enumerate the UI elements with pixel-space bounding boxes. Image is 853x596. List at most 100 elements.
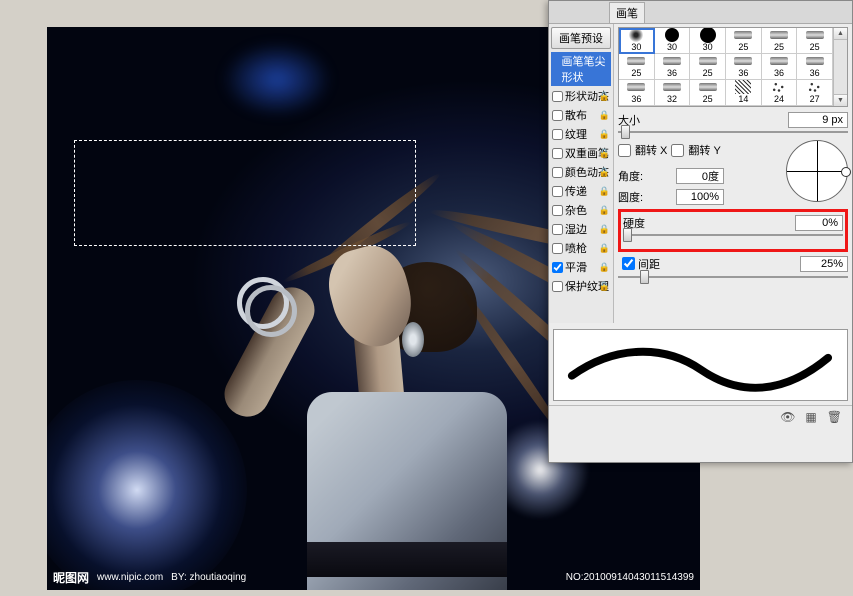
brush-tips-grid[interactable]: 303030252525253625363636363225142427▲▼ [618, 27, 848, 107]
spacing-checkbox[interactable] [622, 257, 635, 270]
brush-tip-icon [627, 80, 645, 94]
brush-tip-cell[interactable]: 36 [762, 54, 798, 80]
roundness-input[interactable] [676, 189, 724, 205]
tips-scrollbar[interactable]: ▲▼ [833, 28, 847, 106]
brush-option-tip[interactable]: 画笔笔尖形状 [551, 52, 611, 86]
brush-tip-cell[interactable]: 25 [690, 54, 726, 80]
brush-tip-cell[interactable]: 25 [726, 28, 762, 54]
brush-tip-size: 36 [667, 68, 677, 78]
watermark-author: BY: zhoutiaoqing [171, 572, 246, 583]
brush-option-protect[interactable]: 保护纹理🔒 [551, 277, 611, 295]
flip-y-label: 翻转 Y [688, 142, 720, 158]
toggle-preview-icon[interactable]: 👁 [780, 410, 795, 424]
brush-settings: 303030252525253625363636363225142427▲▼ 大… [614, 24, 852, 323]
brush-tip-icon [806, 80, 824, 94]
lock-icon: 🔒 [599, 148, 610, 159]
brush-tip-cell[interactable]: 30 [690, 28, 726, 54]
brush-tip-cell[interactable]: 25 [690, 80, 726, 106]
brush-tip-size: 24 [774, 94, 784, 104]
hardness-input[interactable] [795, 215, 843, 231]
brush-tip-cell[interactable]: 25 [762, 28, 798, 54]
brush-tip-icon [770, 80, 788, 94]
brush-tip-cell[interactable]: 30 [619, 28, 655, 54]
brush-tip-icon [806, 28, 824, 42]
brush-option-dual[interactable]: 双重画笔🔒 [551, 144, 611, 162]
lock-icon: 🔒 [599, 129, 610, 140]
brush-option-smooth[interactable]: 平滑🔒 [551, 258, 611, 276]
brush-option-noise[interactable]: 杂色🔒 [551, 201, 611, 219]
brush-option-label: 喷枪 [565, 240, 587, 256]
brush-option-wet[interactable]: 湿边🔒 [551, 220, 611, 238]
lock-icon: 🔒 [599, 224, 610, 235]
brush-tip-icon [734, 28, 752, 42]
angle-control[interactable] [786, 140, 848, 202]
brush-tip-size: 25 [774, 42, 784, 52]
brush-option-label: 画笔笔尖形状 [562, 53, 610, 85]
delete-brush-icon[interactable]: 🗑 [827, 410, 842, 424]
brush-tip-cell[interactable]: 25 [619, 54, 655, 80]
brush-tip-cell[interactable]: 14 [726, 80, 762, 106]
brush-option-transfer[interactable]: 传递 🔒 [551, 182, 611, 200]
brush-option-noise-checkbox[interactable] [552, 205, 563, 216]
brush-tip-size: 25 [738, 42, 748, 52]
angle-input[interactable] [676, 168, 724, 184]
brush-option-wet-checkbox[interactable] [552, 224, 563, 235]
brush-tip-size: 25 [703, 68, 713, 78]
brush-tip-size: 36 [631, 94, 641, 104]
brush-tip-cell[interactable]: 36 [797, 54, 833, 80]
brush-option-smooth-checkbox[interactable] [552, 262, 563, 273]
brush-option-scatter-checkbox[interactable] [552, 110, 563, 121]
brush-tip-cell[interactable]: 36 [726, 54, 762, 80]
brush-presets-button[interactable]: 画笔预设 [551, 27, 611, 49]
scroll-down-icon[interactable]: ▼ [834, 94, 847, 106]
spacing-input[interactable] [800, 256, 848, 272]
brush-option-texture-checkbox[interactable] [552, 129, 563, 140]
brush-tip-icon [663, 28, 681, 42]
lock-icon: 🔒 [599, 167, 610, 178]
brush-tip-cell[interactable]: 36 [655, 54, 691, 80]
brush-tip-cell[interactable]: 27 [797, 80, 833, 106]
size-slider[interactable] [618, 129, 848, 135]
brush-option-dual-checkbox[interactable] [552, 148, 563, 159]
new-brush-icon[interactable]: ▦ [805, 410, 816, 424]
panel-footer: 👁 ▦ 🗑 [549, 405, 852, 428]
tab-brush[interactable]: 画笔 [609, 2, 645, 23]
brush-tip-size: 36 [810, 68, 820, 78]
brush-option-airbrush[interactable]: 喷枪🔒 [551, 239, 611, 257]
brush-option-scatter[interactable]: 散布 🔒 [551, 106, 611, 124]
flip-x-checkbox[interactable] [618, 144, 631, 157]
brush-tip-size: 32 [667, 94, 677, 104]
brush-option-color[interactable]: 颜色动态🔒 [551, 163, 611, 181]
brush-tip-icon [699, 28, 717, 42]
brush-option-texture[interactable]: 纹理🔒 [551, 125, 611, 143]
watermark: 昵图网 www.nipic.com BY: zhoutiaoqing NO:20… [47, 564, 700, 590]
lock-icon: 🔒 [599, 110, 610, 121]
brush-tip-cell[interactable]: 32 [655, 80, 691, 106]
brush-tip-cell[interactable]: 25 [797, 28, 833, 54]
brush-option-label: 散布 [565, 107, 587, 123]
panel-tab-strip: 画笔 [549, 1, 852, 24]
brush-tip-size: 36 [774, 68, 784, 78]
brush-tip-cell[interactable]: 24 [762, 80, 798, 106]
brush-option-airbrush-checkbox[interactable] [552, 243, 563, 254]
hardness-slider[interactable] [623, 232, 843, 238]
brush-option-protect-checkbox[interactable] [552, 281, 563, 292]
watermark-logo: 昵图网 [53, 569, 89, 586]
brush-tip-cell[interactable]: 36 [619, 80, 655, 106]
lock-icon: 🔒 [599, 186, 610, 197]
spotlight-left [47, 380, 247, 590]
brush-option-transfer-checkbox[interactable] [552, 186, 563, 197]
brush-tip-cell[interactable]: 30 [655, 28, 691, 54]
size-input[interactable] [788, 112, 848, 128]
stroke-preview [553, 329, 848, 401]
spacing-slider[interactable] [618, 274, 848, 280]
brush-option-color-checkbox[interactable] [552, 167, 563, 178]
brush-tip-size: 30 [667, 42, 677, 52]
brush-option-shape[interactable]: 形状动态🔒 [551, 87, 611, 105]
flip-y-checkbox[interactable] [671, 144, 684, 157]
brush-option-shape-checkbox[interactable] [552, 91, 563, 102]
scroll-up-icon[interactable]: ▲ [834, 28, 847, 40]
brush-option-label: 传递 [565, 183, 587, 199]
photo-subject [237, 147, 587, 590]
brush-tip-icon [627, 28, 645, 42]
